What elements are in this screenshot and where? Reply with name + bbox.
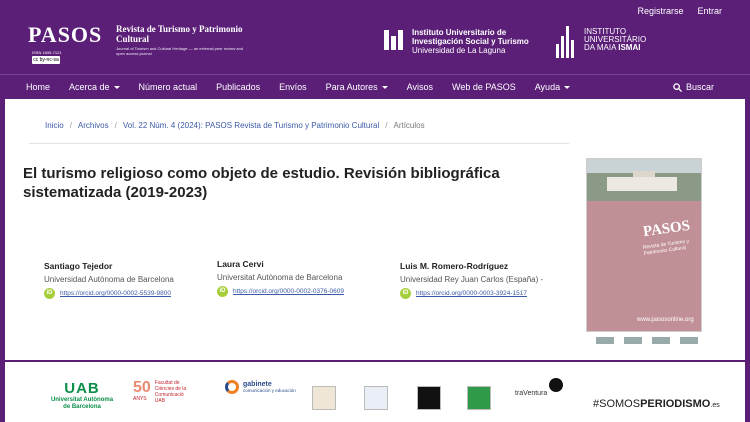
uab-logo[interactable]: UAB Universitat Autònoma de Barcelona: [47, 380, 117, 410]
orcid-link[interactable]: https://orcid.org/0000-0002-0376-0609: [233, 288, 344, 295]
nav-item-home[interactable]: Home: [26, 82, 50, 92]
gabinete-logo[interactable]: gabinete comunicación y educación: [225, 380, 296, 394]
fcc-50-anys-logo[interactable]: 50 ANYS Facultat de Ciències de la Comun…: [133, 380, 186, 405]
main-nav: Home Acerca de Número actual Publicados Enví…: [0, 74, 750, 99]
sponsor-logo[interactable]: [364, 386, 388, 410]
issue-cover[interactable]: PASOS Revista de Turismo y Patrimonio Cu…: [586, 158, 702, 332]
gabinete-icon: [225, 380, 239, 394]
chevron-down-icon: [113, 86, 120, 90]
author-name: Santiago Tejedor: [44, 261, 113, 271]
ismai-line3a: DA MAIA: [584, 43, 617, 52]
orcid-link[interactable]: https://orcid.org/0000-0002-5539-9800: [60, 290, 171, 297]
orcid-icon: iD: [44, 288, 55, 299]
breadcrumb-home[interactable]: Inicio: [45, 121, 64, 130]
sponsor-logo[interactable]: [312, 386, 336, 410]
orcid-icon: iD: [217, 286, 228, 297]
nav-item-publicados[interactable]: Publicados: [216, 82, 260, 92]
nav-item-para-autores[interactable]: Para Autores: [326, 82, 388, 92]
ismai-bars-icon: [556, 26, 578, 58]
divider: [29, 143, 569, 144]
orcid-link[interactable]: https://orcid.org/0000-0003-3924-1517: [416, 290, 527, 297]
nav-item-envíos[interactable]: Envíos: [279, 82, 307, 92]
author-block: Laura Cervi Universitat Autònoma de Barc…: [217, 259, 344, 297]
logo-mark: PASOS: [28, 22, 103, 47]
somos-periodismo-logo[interactable]: #SOMOSPERIODISMO.es: [593, 398, 720, 410]
sponsor-logo[interactable]: [467, 386, 491, 410]
author-name: Luis M. Romero-Rodríguez: [400, 261, 509, 271]
pin-logo-icon: [549, 378, 563, 392]
logo-subtitle: Revista de Turismo y Patrimonio Cultural: [116, 24, 243, 44]
ismai-line3b: ISMAI: [618, 43, 641, 52]
search-label: Buscar: [685, 82, 714, 92]
pasos-logo[interactable]: PASOS Revista de Turismo y Patrimonio Cu…: [28, 22, 243, 64]
cc-license-icon: cc by-nc-sa: [32, 56, 60, 64]
author-name: Laura Cervi: [217, 259, 264, 269]
nav-item-número-actual[interactable]: Número actual: [139, 82, 198, 92]
site-header: Registrarse Entrar PASOS Revista de Turi…: [0, 0, 750, 74]
breadcrumb-current: Artículos: [393, 121, 425, 130]
search-button[interactable]: Buscar: [673, 82, 714, 92]
main-content: Inicio / Archivos / Vol. 22 Núm. 4 (2024…: [5, 99, 745, 360]
search-icon: [673, 82, 682, 92]
logo-issn: ISSN 1695-7121: [32, 50, 62, 55]
cover-title: PASOS: [642, 217, 692, 241]
cover-sponsor-logos: [596, 337, 698, 344]
ull-icon: [384, 30, 406, 50]
sponsor-logo[interactable]: [417, 386, 441, 410]
author-affiliation: Universidad Autònoma de Barcelona: [44, 275, 174, 284]
cover-url: www.pasosonline.org: [637, 317, 694, 323]
author-affiliation: Universitat Autònoma de Barcelona: [217, 273, 343, 282]
footer-sponsors: UAB Universitat Autònoma de Barcelona 50…: [5, 362, 745, 422]
author-block: Santiago Tejedor Universidad Autònoma de…: [44, 261, 174, 299]
article-title: El turismo religioso como objeto de estu…: [23, 165, 500, 201]
user-links: Registrarse Entrar: [637, 6, 722, 16]
nav-item-acerca-de[interactable]: Acerca de: [69, 82, 120, 92]
breadcrumb-archives[interactable]: Archivos: [78, 121, 109, 130]
nav-item-web-de-pasos[interactable]: Web de PASOS: [452, 82, 516, 92]
login-link[interactable]: Entrar: [697, 6, 722, 16]
author-affiliation: Universidad Rey Juan Carlos (España) -: [400, 275, 544, 284]
logo-tagline: Journal of Tourism and Cultural Heritage…: [116, 46, 244, 56]
nav-item-ayuda[interactable]: Ayuda: [535, 82, 571, 92]
traventura-logo[interactable]: traVentura: [515, 390, 547, 397]
chevron-down-icon: [381, 86, 388, 90]
nav-item-avisos[interactable]: Avisos: [407, 82, 433, 92]
register-link[interactable]: Registrarse: [637, 6, 683, 16]
breadcrumb: Inicio / Archivos / Vol. 22 Núm. 4 (2024…: [45, 121, 425, 130]
author-block: Luis M. Romero-Rodríguez Universidad Rey…: [400, 261, 543, 299]
orcid-icon: iD: [400, 288, 411, 299]
breadcrumb-issue[interactable]: Vol. 22 Núm. 4 (2024): PASOS Revista de …: [123, 121, 379, 130]
chevron-down-icon: [564, 86, 571, 90]
